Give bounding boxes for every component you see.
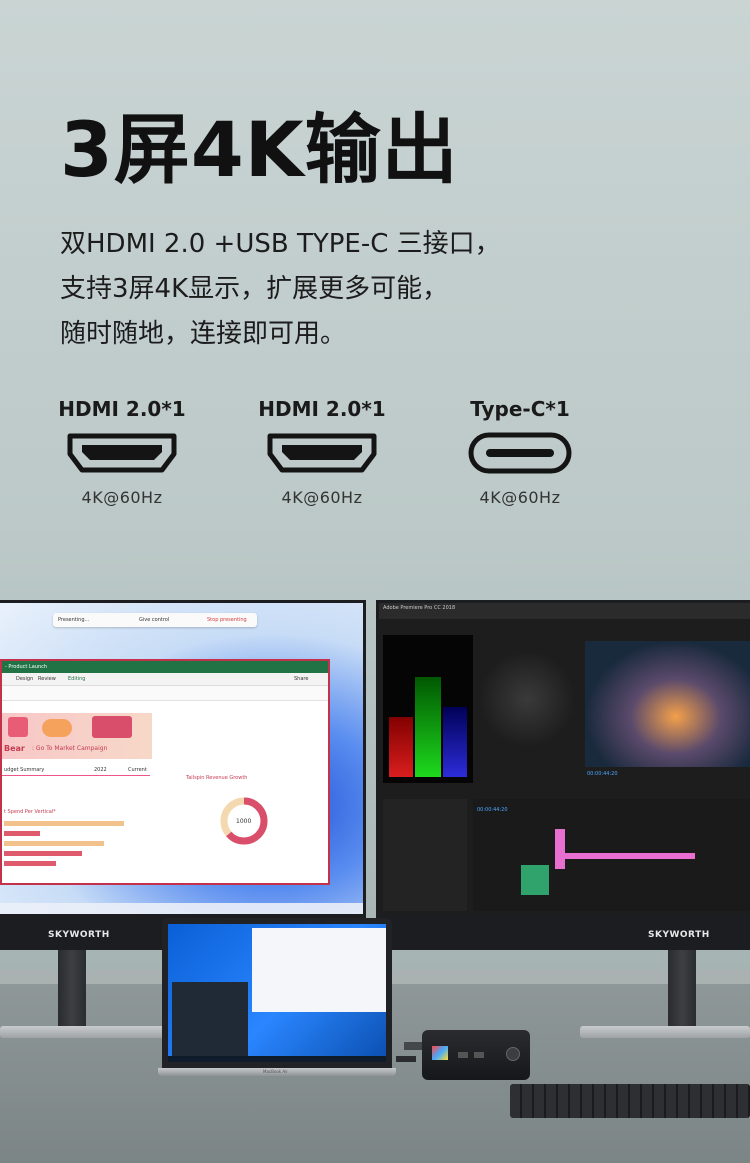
laptop-screen xyxy=(168,924,386,1062)
power-button[interactable] xyxy=(506,1047,520,1061)
premiere-titlebar: Adobe Premiere Pro CC 2018 xyxy=(379,603,750,619)
excel-titlebar: - Product Launch xyxy=(2,661,328,673)
monitor-brand: SKYWORTH xyxy=(48,930,110,940)
monitor-stand xyxy=(58,950,86,1030)
divider xyxy=(2,775,150,776)
timeline-timecode: 00:00:44:20 xyxy=(477,807,508,813)
laptop-base: MacBook Air xyxy=(158,1068,396,1076)
donut-value: 1000 xyxy=(236,818,252,825)
editing-mode[interactable]: Editing xyxy=(68,676,85,682)
campaign-brand: Bear xyxy=(4,744,25,753)
port-label: HDMI 2.0*1 xyxy=(258,397,386,421)
port-hdmi-1: HDMI 2.0*1 4K@60Hz xyxy=(42,397,202,507)
port-label: HDMI 2.0*1 xyxy=(58,397,186,421)
start-menu xyxy=(172,982,248,1056)
campaign-banner: Bear : Go To Market Campaign xyxy=(2,713,152,759)
current-header: Current xyxy=(128,767,147,773)
waveform-scope xyxy=(383,635,473,783)
scope-blue xyxy=(443,707,467,777)
banner-shape xyxy=(8,717,28,737)
banner-shape xyxy=(92,716,132,738)
excel-window: - Product Launch Design Review Editing S… xyxy=(0,659,330,885)
monitor-left: Presenting... Give control Stop presenti… xyxy=(0,600,366,950)
port-hdmi-2: HDMI 2.0*1 4K@60Hz xyxy=(242,397,402,507)
timecode: 00:00:44:20 xyxy=(587,771,618,777)
monitor-brand: SKYWORTH xyxy=(648,930,710,940)
vectorscope xyxy=(479,651,575,747)
laptop xyxy=(162,918,392,1068)
chart-title: Tailspin Revenue Growth xyxy=(186,775,248,781)
budget-summary: udget Summary xyxy=(4,767,45,773)
give-control-button[interactable]: Give control xyxy=(139,617,169,623)
monitor-base xyxy=(0,1026,170,1038)
scope-green xyxy=(415,677,441,777)
laptop-taskbar xyxy=(168,1056,386,1062)
left-screen: Presenting... Give control Stop presenti… xyxy=(0,603,363,914)
bar xyxy=(4,851,82,856)
bar xyxy=(4,861,56,866)
excel-title: - Product Launch xyxy=(5,664,48,670)
menu-review[interactable]: Review xyxy=(38,676,56,682)
presenting-bar: Presenting... Give control Stop presenti… xyxy=(53,613,257,627)
menu-design[interactable]: Design xyxy=(16,676,33,682)
port-usb-c: Type-C*1 4K@60Hz xyxy=(440,397,600,507)
program-monitor xyxy=(585,641,750,767)
project-panel xyxy=(383,799,467,911)
product-scene: Presenting... Give control Stop presenti… xyxy=(0,560,750,1163)
presenting-status: Presenting... xyxy=(58,617,90,623)
hdmi-port-icon xyxy=(267,433,377,473)
clip xyxy=(555,853,695,859)
excel-ribbon: Design Review Editing Share xyxy=(2,673,328,686)
port-spec: 4K@60Hz xyxy=(281,488,363,507)
description-line: 支持3屏4K显示，扩展更多可能， xyxy=(60,274,449,304)
right-screen: Adobe Premiere Pro CC 2018 00:00:44:20 0… xyxy=(379,603,750,914)
usb-c-port-icon xyxy=(468,432,572,474)
monitor-stand xyxy=(668,950,696,1030)
port-spec: 4K@60Hz xyxy=(479,488,561,507)
usb-port xyxy=(474,1052,484,1058)
monitor-base xyxy=(580,1026,750,1038)
mini-pc-sticker xyxy=(432,1046,448,1060)
stop-presenting-button[interactable]: Stop presenting xyxy=(207,617,247,623)
taskbar xyxy=(0,903,363,914)
bar xyxy=(4,821,124,826)
share-button[interactable]: Share xyxy=(294,676,308,682)
year-header: 2022 xyxy=(94,767,107,773)
description-line: 随时随地，连接即可用。 xyxy=(60,319,347,349)
campaign-title: : Go To Market Campaign xyxy=(32,745,108,752)
formula-bar xyxy=(2,686,328,701)
laptop-brand: MacBook Air xyxy=(263,1069,288,1074)
audio-clip xyxy=(521,865,549,895)
headline: 3屏4K输出 xyxy=(60,105,459,194)
bar xyxy=(4,831,40,836)
premiere-title: Adobe Premiere Pro CC 2018 xyxy=(383,605,456,611)
scope-red xyxy=(389,717,413,777)
timeline-panel: 00:00:44:20 xyxy=(473,799,750,911)
bar xyxy=(4,841,104,846)
explorer-window xyxy=(252,928,386,1012)
description-line: 双HDMI 2.0 +USB TYPE-C 三接口， xyxy=(60,229,501,259)
keyboard xyxy=(510,1084,750,1118)
hdmi-port-icon xyxy=(67,433,177,473)
description: 双HDMI 2.0 +USB TYPE-C 三接口， 支持3屏4K显示，扩展更多… xyxy=(60,222,700,357)
port-label: Type-C*1 xyxy=(470,397,570,421)
spend-heading: t Spend Per Vertical* xyxy=(4,809,56,815)
monitor-right: Adobe Premiere Pro CC 2018 00:00:44:20 0… xyxy=(376,600,750,950)
usb-port xyxy=(458,1052,468,1058)
banner-shape xyxy=(42,719,72,737)
mini-pc xyxy=(422,1030,530,1080)
clip xyxy=(555,829,565,869)
cable-plug xyxy=(396,1056,416,1062)
port-spec: 4K@60Hz xyxy=(81,488,163,507)
